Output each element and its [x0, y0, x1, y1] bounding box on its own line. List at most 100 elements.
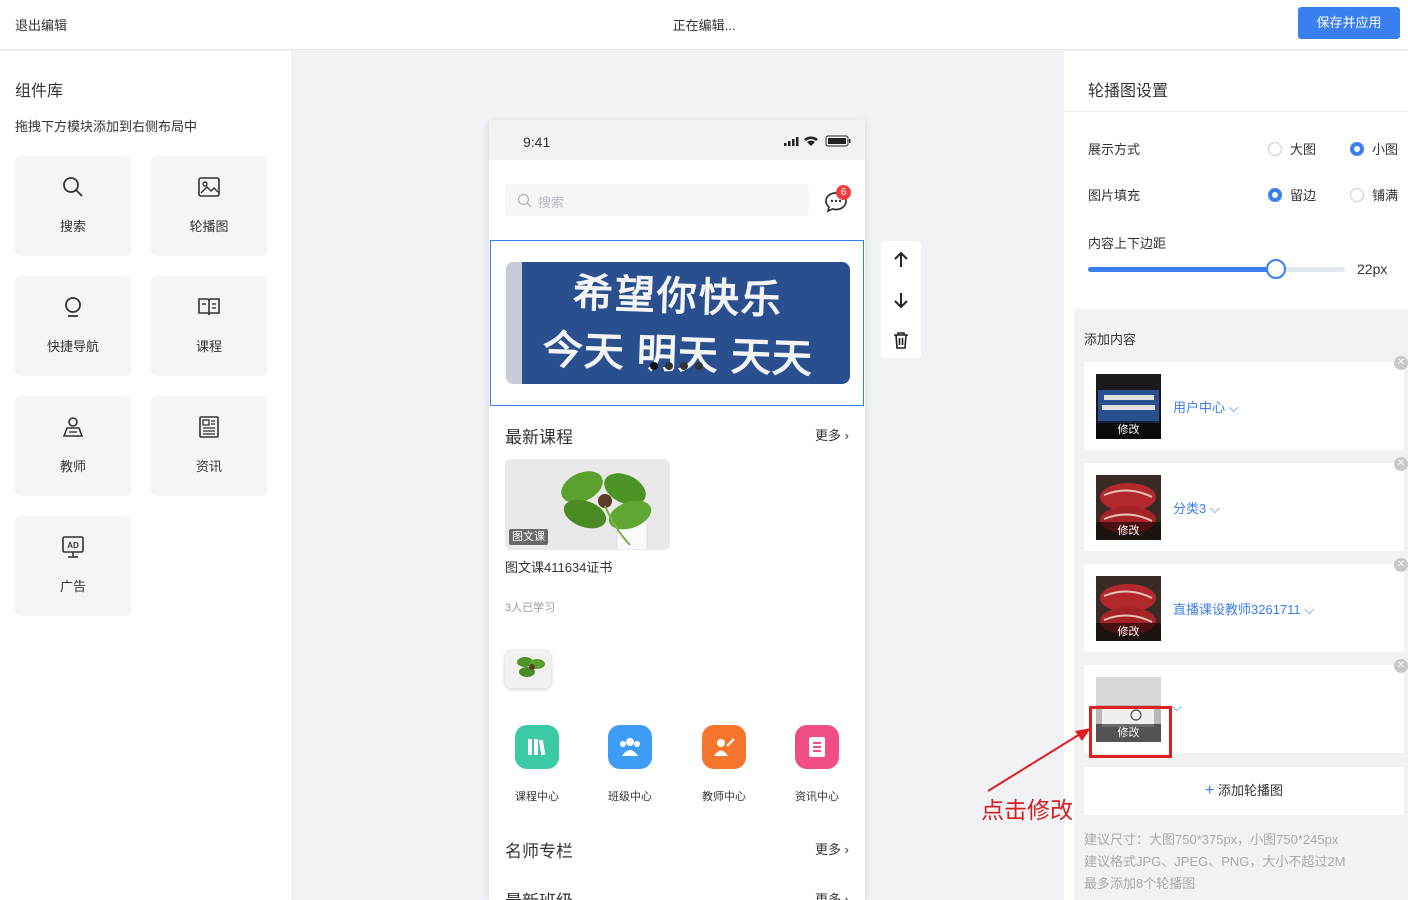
carousel-dot [680, 362, 688, 370]
arrow-up-icon[interactable] [892, 251, 910, 269]
course-title[interactable]: 图文课411634证书 [505, 557, 612, 576]
radio-large-image[interactable]: 大图 [1268, 139, 1316, 158]
chevron-down-icon: ⌵ [1209, 501, 1220, 516]
padding-slider[interactable] [1088, 259, 1345, 279]
top-bar: 退出编辑 正在编辑... 保存并应用 [0, 0, 1408, 50]
trash-icon[interactable] [892, 331, 910, 349]
chevron-down-icon: ⌵ [1228, 400, 1239, 415]
component-ad[interactable]: AD 广告 [15, 516, 131, 616]
slider-handle[interactable] [1265, 259, 1286, 279]
radio-dot-selected [1268, 188, 1282, 202]
component-label: 课程 [195, 339, 222, 354]
component-carousel[interactable]: 轮播图 [151, 156, 267, 256]
add-carousel-label: 添加轮播图 [1217, 783, 1283, 798]
item-link-selector[interactable]: 分类3 ⌵ [1173, 498, 1220, 517]
slider-fill [1088, 267, 1276, 272]
more-label: 更多 [815, 842, 842, 857]
add-carousel-button[interactable]: + 添加轮播图 [1084, 767, 1404, 815]
banner-text-2: 今天 明天 天天 [542, 328, 814, 382]
component-label: 快捷导航 [46, 339, 99, 354]
phone-time: 9:41 [523, 134, 551, 150]
component-label: 教师 [59, 459, 86, 474]
phone-search-bar[interactable]: 搜索 [505, 184, 809, 216]
class-center-icon [608, 725, 652, 769]
news-center-icon [795, 725, 839, 769]
ad-icon: AD [62, 536, 84, 558]
teacher-center-icon [702, 725, 746, 769]
component-library: 组件库 拖拽下方模块添加到右侧布局中 搜索 轮播图 快捷导航 课程 教师 资讯 … [0, 51, 291, 900]
settings-panel: 轮播图设置 展示方式 大图 小图 图片填充 留边 铺满 内容上下边距 22px … [1064, 51, 1408, 900]
radio-keep-margin[interactable]: 留边 [1268, 185, 1316, 204]
nav-label: 班级中心 [608, 791, 652, 803]
display-mode-label: 展示方式 [1088, 142, 1141, 157]
component-quick-nav[interactable]: 快捷导航 [15, 276, 131, 376]
nav-label: 教师中心 [702, 791, 746, 803]
more-link-class[interactable]: 更多 › [815, 889, 849, 900]
nav-class-center[interactable]: 班级中心 [600, 725, 660, 804]
modify-button[interactable]: 修改 [1096, 522, 1161, 540]
arrow-down-icon[interactable] [892, 291, 910, 309]
plus-icon: + [1205, 782, 1215, 799]
modify-button[interactable]: 修改 [1096, 623, 1161, 641]
nav-news-center[interactable]: 资讯中心 [787, 725, 847, 804]
component-news[interactable]: 资讯 [151, 396, 267, 496]
add-content-label: 添加内容 [1084, 332, 1137, 347]
more-label: 更多 [815, 428, 842, 443]
link-label: 直播课设教师3261711 [1173, 602, 1301, 617]
book-icon [198, 298, 220, 316]
item-thumbnail: 修改 [1096, 576, 1161, 641]
chevron-down-icon: ⌵ [1172, 699, 1182, 714]
item-link-selector[interactable]: ⌵ [1172, 699, 1182, 715]
modify-button[interactable]: 修改 [1096, 421, 1161, 439]
editing-status: 正在编辑... [672, 18, 736, 33]
carousel-image: 希望你快乐 今天 明天 天天 [506, 262, 850, 384]
highlight-box [1089, 706, 1172, 758]
carousel-item: 修改 用户中心 ⌵ ✕ [1084, 356, 1408, 450]
nav-course-center[interactable]: 课程中心 [507, 725, 567, 804]
more-link-famous[interactable]: 更多 › [815, 839, 849, 858]
message-badge: 6 [836, 185, 851, 200]
image-icon [198, 177, 220, 197]
tip-max: 最多添加8个轮播图 [1084, 876, 1196, 891]
remove-item-icon[interactable]: ✕ [1394, 659, 1408, 673]
radio-label: 小图 [1372, 142, 1399, 157]
remove-item-icon[interactable]: ✕ [1394, 558, 1408, 572]
carousel-block-selected[interactable]: 希望你快乐 今天 明天 天天 [490, 240, 864, 406]
remove-item-icon[interactable]: ✕ [1394, 457, 1408, 471]
component-label: 广告 [59, 579, 86, 594]
news-icon [199, 416, 219, 438]
section-title-famous-teacher: 名师专栏 [505, 842, 573, 861]
item-link-selector[interactable]: 直播课设教师3261711 ⌵ [1173, 599, 1314, 618]
component-label: 搜索 [59, 219, 86, 234]
component-search[interactable]: 搜索 [15, 156, 131, 256]
nav-teacher-center[interactable]: 教师中心 [694, 725, 754, 804]
radio-fill[interactable]: 铺满 [1350, 185, 1398, 204]
chevron-down-icon: ⌵ [1304, 602, 1315, 617]
tip-format: 建议格式JPG、JPEG、PNG，大小不超过2M [1084, 854, 1346, 869]
bulb-icon [65, 297, 81, 317]
annotation-arrow-icon [987, 728, 1091, 792]
link-label: 分类3 [1173, 501, 1207, 516]
more-link-course[interactable]: 更多 › [815, 425, 849, 444]
section-title-latest-course: 最新课程 [505, 428, 573, 447]
padding-value: 22px [1357, 261, 1388, 277]
phone-status-bar: 9:41 [489, 120, 865, 160]
message-button[interactable]: 6 [824, 185, 854, 214]
divider [1064, 111, 1408, 112]
item-link-selector[interactable]: 用户中心 ⌵ [1173, 397, 1239, 416]
nav-label: 资讯中心 [795, 791, 839, 803]
teacher-icon [62, 417, 84, 437]
radio-small-image[interactable]: 小图 [1350, 139, 1398, 158]
svg-text:AD: AD [67, 541, 79, 550]
item-thumbnail: 修改 [1096, 475, 1161, 540]
course-center-icon [515, 725, 559, 769]
course-thumbnail[interactable]: 图文课 [505, 459, 670, 550]
component-teacher[interactable]: 教师 [15, 396, 131, 496]
course-tag: 图文课 [509, 529, 548, 545]
radio-label: 留边 [1290, 188, 1317, 203]
remove-item-icon[interactable]: ✕ [1394, 356, 1408, 370]
library-title: 组件库 [15, 83, 64, 100]
save-apply-button[interactable]: 保存并应用 [1298, 7, 1400, 39]
course-students: 3人已学习 [505, 602, 556, 614]
component-course[interactable]: 课程 [151, 276, 267, 376]
